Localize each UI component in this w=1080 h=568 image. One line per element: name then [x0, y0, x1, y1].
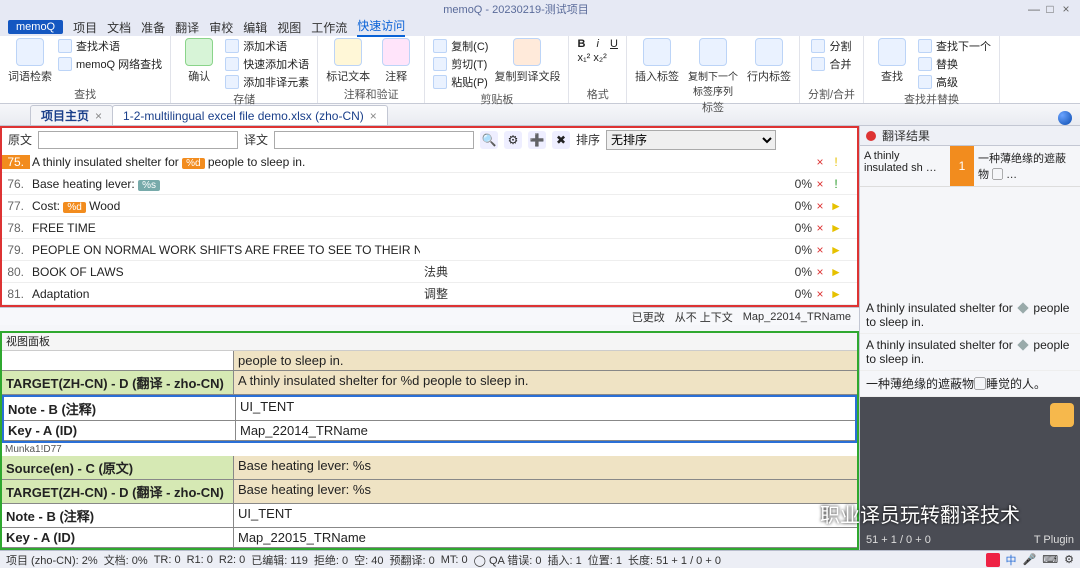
rb-cut[interactable]: 剪切(T) [433, 56, 488, 72]
grid-row: 78. FREE TIME0% ×► [2, 217, 857, 239]
grid-row: 79. PEOPLE ON NORMAL WORK SHIFTS ARE FRE… [2, 239, 857, 261]
rb-merge[interactable]: 合并 [811, 56, 851, 72]
globe-icon[interactable] [1058, 111, 1072, 125]
clear-icon[interactable]: ✖ [552, 131, 570, 149]
sort-label: 排序 [576, 131, 600, 148]
grid-row: 77. Cost: %d Wood 0% ×► [2, 195, 857, 217]
close-icon[interactable]: × [95, 109, 102, 123]
tag-icon [1017, 339, 1028, 350]
grid-footer: 已更改 从不 上下文 Map_22014_TRName [0, 307, 859, 325]
menu-edit[interactable]: 编辑 [243, 19, 267, 36]
add-term-icon[interactable]: ➕ [528, 131, 546, 149]
rb-inlinetag[interactable]: 行内标签 [747, 38, 791, 84]
record-icon [866, 131, 876, 141]
sort-select[interactable]: 无排序 [606, 130, 776, 150]
rb-addterm[interactable]: 添加术语 [225, 38, 309, 54]
menu-project[interactable]: 项目 [73, 19, 97, 36]
rb-copynexttags[interactable]: 复制下一个标签序列 [685, 38, 741, 98]
grid-row: 76. Base heating lever: %s 0% ×! [2, 173, 857, 195]
plugin-panel: 51 + 1 / 0 + 0 T Plugin [860, 397, 1080, 550]
rb-marktext[interactable]: 标记文本 [326, 38, 370, 84]
rb-subsup[interactable]: x₁² x₂² [577, 52, 617, 64]
tab-document[interactable]: 1-2-multilingual excel file demo.xlsx (z… [112, 105, 388, 125]
window-title: memoQ - 20230219-测试项目 [6, 1, 1026, 17]
ime-icon[interactable] [986, 553, 1000, 567]
rb-replace[interactable]: 替换 [918, 56, 991, 72]
menu-document[interactable]: 文档 [107, 19, 131, 36]
rb-advanced[interactable]: 高级 [918, 74, 991, 90]
rb-copy[interactable]: 复制(C) [433, 38, 488, 54]
gear-icon[interactable]: ⚙ [504, 131, 522, 149]
menu-workflow[interactable]: 工作流 [311, 19, 347, 36]
mic-icon[interactable]: 🎤 [1023, 553, 1037, 566]
ribbon: 词语检索 查找术语 memoQ 网络查找 查找 确认 添加术语 快速添加术语 添… [0, 36, 1080, 104]
app-logo[interactable]: memoQ [8, 20, 63, 34]
mascot-icon [1050, 403, 1074, 427]
preview-source2: A thinly insulated shelter for people to… [860, 334, 1080, 371]
minimize-button[interactable]: — [1026, 2, 1042, 16]
rb-concordance[interactable]: 词语检索 [8, 38, 52, 84]
rb-addnontrans[interactable]: 添加非译元素 [225, 74, 309, 90]
menu-view[interactable]: 视图 [277, 19, 301, 36]
rb-confirm[interactable]: 确认 [179, 38, 219, 84]
filter-bar: 原文 译文 🔍 ⚙ ➕ ✖ 排序 无排序 [0, 126, 859, 151]
rb-findterm[interactable]: 查找术语 [58, 38, 162, 54]
view-panel: 视图面板 people to sleep in. TARGET(ZH-CN) -… [0, 331, 859, 550]
tm-hit[interactable]: A thinly insulated sh … 1 一种薄绝缘的遮蔽物 ▢ … [860, 146, 1080, 187]
status-icon: × [812, 155, 828, 169]
rb-findnext[interactable]: 查找下一个 [918, 38, 991, 54]
grid-row: 80. BOOK OF LAWS法典0% ×► [2, 261, 857, 283]
menu-review[interactable]: 审校 [209, 19, 233, 36]
status-bar: 项目 (zho-CN): 2% 文档: 0% TR: 0 R1: 0 R2: 0… [0, 550, 1080, 568]
translation-grid[interactable]: 75. A thinly insulated shelter for %d pe… [0, 151, 859, 307]
tm-results-header: 翻译结果 [860, 126, 1080, 146]
tab-project-home[interactable]: 项目主页× [30, 105, 113, 125]
target-filter-input[interactable] [274, 131, 474, 149]
source-filter-input[interactable] [38, 131, 238, 149]
keyboard-icon[interactable]: ⌨ [1042, 553, 1058, 566]
preview-target: 一种薄绝缘的遮蔽物▢睡觉的人。 [860, 371, 1080, 397]
menu-prepare[interactable]: 准备 [141, 19, 165, 36]
preview-source: A thinly insulated shelter for people to… [860, 297, 1080, 334]
rb-copysrc[interactable]: 复制到译文段 [494, 38, 560, 84]
tag-icon [1017, 302, 1028, 313]
maximize-button[interactable]: □ [1042, 2, 1058, 16]
search-icon[interactable]: 🔍 [480, 131, 498, 149]
source-filter-label: 原文 [8, 131, 32, 148]
rb-split[interactable]: 分割 [811, 38, 851, 54]
rb-paste[interactable]: 粘贴(P) [433, 74, 488, 90]
close-icon[interactable]: × [370, 109, 377, 123]
rb-quickaddterm[interactable]: 快速添加术语 [225, 56, 309, 72]
rb-inserttag[interactable]: 插入标签 [635, 38, 679, 84]
menubar: memoQ 项目 文档 准备 翻译 审校 编辑 视图 工作流 快速访问 [0, 18, 1080, 36]
rb-comment[interactable]: 注释 [376, 38, 416, 84]
settings-icon[interactable]: ⚙ [1064, 553, 1074, 566]
rb-bold-italic-underline[interactable]: B i U [577, 38, 617, 50]
rb-find[interactable]: 查找 [872, 38, 912, 84]
titlebar: memoQ - 20230219-测试项目 — □ × [0, 0, 1080, 18]
grid-row: 81. Adaptation调整0% ×► [2, 283, 857, 305]
grid-row: 75. A thinly insulated shelter for %d pe… [2, 151, 857, 173]
rb-websearch[interactable]: memoQ 网络查找 [58, 56, 162, 72]
menu-translate[interactable]: 翻译 [175, 19, 199, 36]
close-button[interactable]: × [1058, 2, 1074, 16]
menu-quickaccess[interactable]: 快速访问 [357, 17, 405, 37]
target-filter-label: 译文 [244, 131, 268, 148]
